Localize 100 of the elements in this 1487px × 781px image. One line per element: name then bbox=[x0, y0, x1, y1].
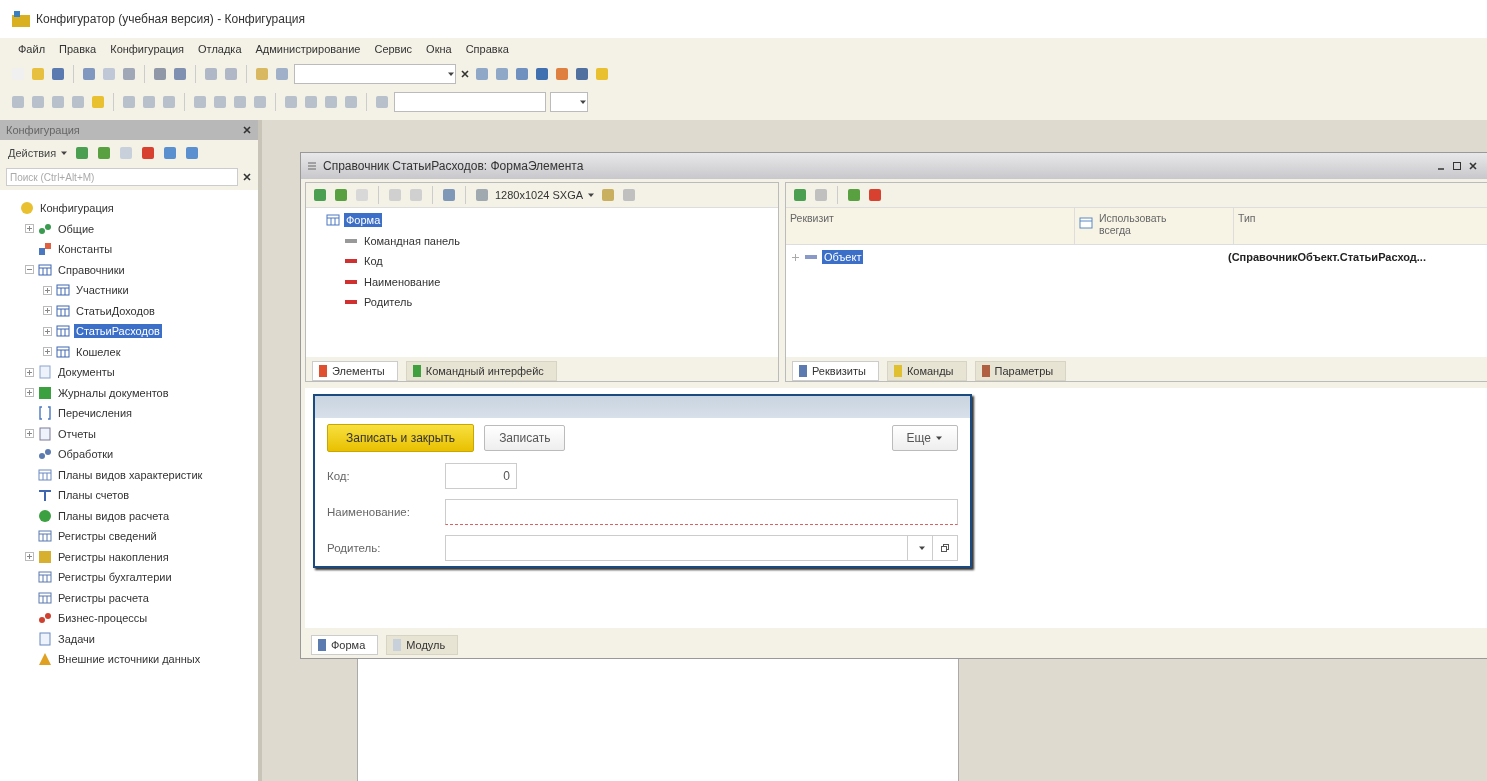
expand-toggle[interactable] bbox=[42, 285, 52, 296]
collapse-toggle[interactable] bbox=[24, 264, 34, 275]
panel-title: Конфигурация bbox=[6, 124, 80, 136]
menu-icon[interactable] bbox=[307, 161, 317, 171]
tab[interactable]: Форма bbox=[311, 635, 379, 655]
tree-item[interactable]: СтатьиДоходов bbox=[74, 303, 157, 318]
tree-item[interactable]: Участники bbox=[74, 283, 131, 298]
tree-item[interactable]: Константы bbox=[56, 242, 115, 257]
tree-item[interactable]: Общие bbox=[56, 221, 97, 236]
tree-item[interactable]: Задачи bbox=[56, 631, 97, 646]
expand-toggle[interactable] bbox=[42, 326, 52, 337]
tool-icon bbox=[38, 447, 52, 462]
menu-item[interactable]: Администрирование bbox=[255, 43, 361, 55]
caret-icon bbox=[447, 70, 455, 78]
grid-icon bbox=[38, 529, 52, 544]
tree-item[interactable]: Регистры накопления bbox=[56, 549, 171, 564]
search-field[interactable]: Поиск (Ctrl+Alt+M) bbox=[6, 168, 238, 186]
choice-field[interactable] bbox=[445, 535, 958, 561]
window-title: Конфигуратор (учебная версия) - Конфигурация bbox=[36, 12, 305, 26]
maximize-icon[interactable] bbox=[1452, 161, 1462, 171]
square-icon bbox=[38, 549, 52, 564]
resolution-selector[interactable]: 1280x1024 SXGA bbox=[495, 189, 596, 201]
caret-icon bbox=[587, 191, 596, 199]
tree-item[interactable]: СтатьиРасходов bbox=[74, 324, 162, 339]
menu-item[interactable]: Окна bbox=[426, 43, 452, 55]
field-label: Родитель: bbox=[327, 542, 382, 554]
grid-icon bbox=[38, 570, 52, 585]
tree-item[interactable]: Справочники bbox=[56, 262, 127, 277]
window-title: Справочник СтатьиРасходов: ФормаЭлемента bbox=[323, 159, 585, 173]
save-button[interactable]: Записать bbox=[484, 425, 566, 451]
more-button[interactable]: Еще bbox=[891, 425, 958, 451]
tree-item[interactable]: Отчеты bbox=[56, 426, 99, 441]
tab[interactable]: Элементы bbox=[312, 361, 398, 381]
expand-toggle[interactable] bbox=[24, 551, 34, 562]
expand-toggle[interactable] bbox=[790, 252, 800, 262]
menu-item[interactable]: Отладка bbox=[198, 43, 242, 55]
grid-icon bbox=[38, 590, 52, 605]
expand-toggle[interactable] bbox=[24, 367, 34, 378]
table-cell-text: (СправочникОбъект.СтатьиРасход... bbox=[1227, 251, 1427, 263]
caret-icon bbox=[579, 98, 587, 106]
tree-item[interactable]: Форма bbox=[344, 213, 383, 228]
size-combo[interactable] bbox=[550, 92, 588, 112]
expand-toggle[interactable] bbox=[24, 387, 34, 398]
report-icon bbox=[38, 426, 52, 441]
close-icon[interactable] bbox=[1468, 161, 1478, 171]
tree-item[interactable]: Планы видов расчета bbox=[56, 508, 172, 523]
caret-icon bbox=[935, 434, 943, 442]
tree-item[interactable]: Кошелек bbox=[74, 344, 123, 359]
tree-item[interactable]: Конфигурация bbox=[38, 201, 116, 216]
tree-item[interactable]: Регистры бухгалтерии bbox=[56, 570, 174, 585]
number-field[interactable]: 0 bbox=[445, 463, 517, 489]
close-icon[interactable] bbox=[460, 69, 470, 79]
tree-item[interactable]: Код bbox=[362, 254, 385, 269]
menu-item[interactable]: Сервис bbox=[374, 43, 413, 55]
actions-menu[interactable]: Действия bbox=[8, 147, 69, 159]
tree-item[interactable]: Родитель bbox=[362, 295, 415, 310]
tree-item[interactable]: Планы счетов bbox=[56, 488, 132, 503]
menu-item[interactable]: Справка bbox=[465, 43, 509, 55]
blocks-icon bbox=[38, 242, 52, 257]
close-icon[interactable] bbox=[242, 172, 252, 182]
brackets-icon bbox=[38, 406, 52, 421]
caret-icon bbox=[918, 544, 926, 552]
expand-toggle[interactable] bbox=[24, 428, 34, 439]
grid-icon bbox=[38, 467, 52, 482]
menu-item[interactable]: Файл bbox=[18, 43, 46, 55]
tree-item[interactable]: Наименование bbox=[362, 274, 443, 289]
tree-item[interactable]: Регистры сведений bbox=[56, 529, 159, 544]
tree-item[interactable]: Бизнес-процессы bbox=[56, 611, 150, 626]
app-icon bbox=[12, 11, 30, 27]
tree-item[interactable]: Перечисления bbox=[56, 406, 134, 421]
circle-icon bbox=[20, 201, 34, 216]
tree-item[interactable]: Внешние источники данных bbox=[56, 652, 203, 667]
field-label: Наименование: bbox=[327, 506, 411, 518]
column-header[interactable]: Реквизит bbox=[786, 208, 1075, 244]
menu-item[interactable]: Конфигурация bbox=[110, 43, 185, 55]
expand-toggle[interactable] bbox=[42, 305, 52, 316]
tree-item[interactable]: Планы видов характеристик bbox=[56, 467, 205, 482]
caret-icon bbox=[60, 149, 69, 157]
font-field[interactable] bbox=[394, 92, 546, 112]
tab[interactable]: Реквизиты bbox=[792, 361, 879, 381]
tab[interactable]: Командный интерфейс bbox=[405, 361, 557, 381]
menu-item[interactable]: Правка bbox=[59, 43, 97, 55]
expand-toggle[interactable] bbox=[24, 223, 34, 234]
tree-item[interactable]: Регистры расчета bbox=[56, 590, 151, 605]
tree-item[interactable]: Командная панель bbox=[362, 233, 462, 248]
tab[interactable]: Параметры bbox=[974, 361, 1067, 381]
warning-icon bbox=[38, 652, 52, 667]
close-icon[interactable] bbox=[242, 125, 252, 135]
tree-item[interactable]: Документы bbox=[56, 365, 117, 380]
column-header[interactable]: Использовать всегда bbox=[1075, 208, 1234, 244]
table-cell[interactable]: Объект bbox=[822, 250, 864, 264]
tree-item[interactable]: Журналы документов bbox=[56, 385, 171, 400]
column-header[interactable]: Тип bbox=[1234, 208, 1487, 244]
expand-toggle[interactable] bbox=[42, 346, 52, 357]
tab[interactable]: Команды bbox=[886, 361, 967, 381]
tree-item[interactable]: Обработки bbox=[56, 447, 116, 462]
save-and-close-button[interactable]: Записать и закрыть bbox=[327, 424, 475, 452]
tab[interactable]: Модуль bbox=[386, 635, 459, 655]
people-icon bbox=[38, 221, 52, 236]
text-field[interactable] bbox=[445, 499, 958, 525]
